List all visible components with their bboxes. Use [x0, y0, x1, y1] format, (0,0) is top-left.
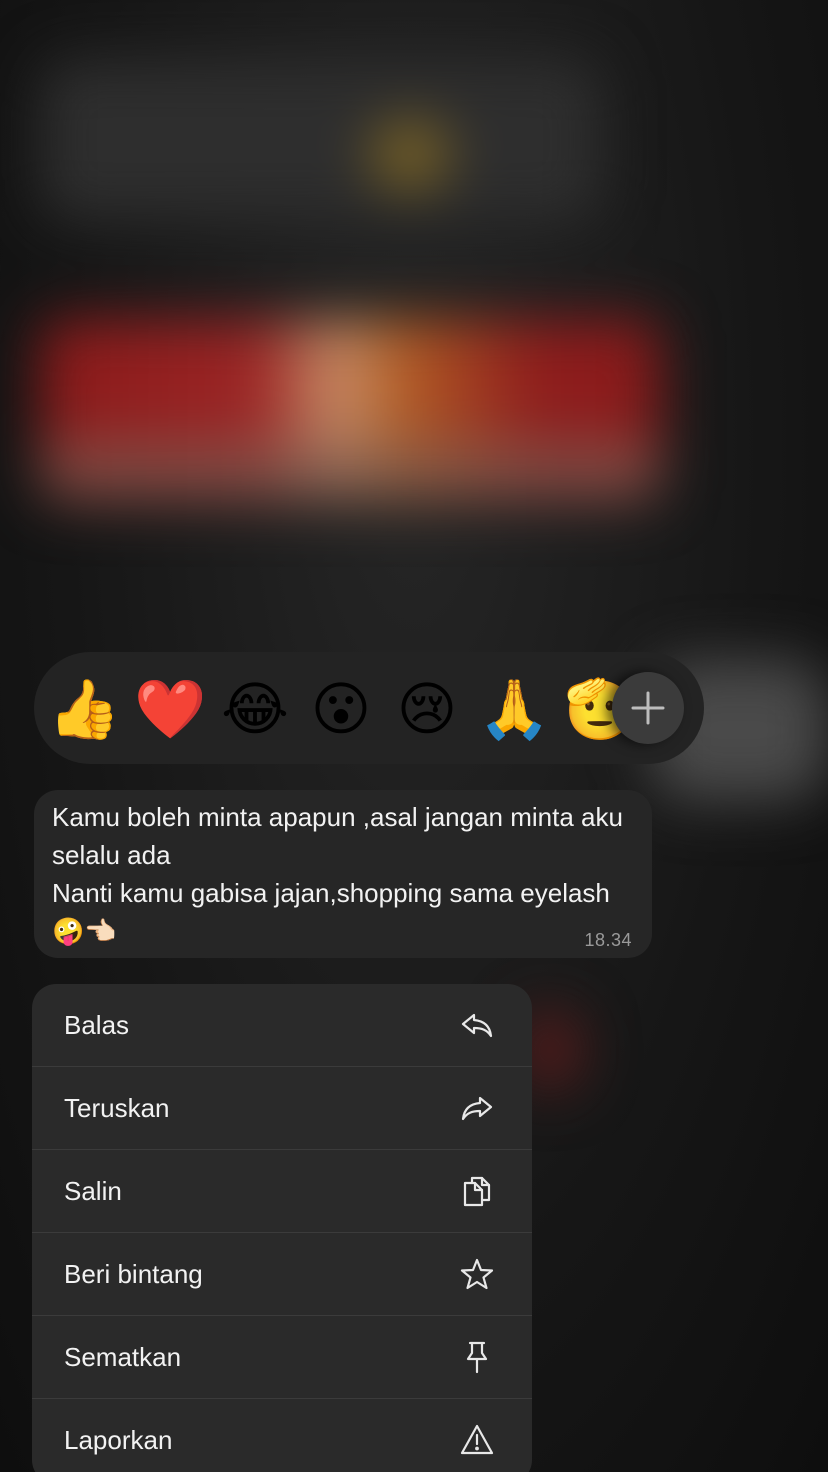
menu-item-pin[interactable]: Sematkan: [32, 1316, 532, 1399]
reply-icon: [460, 1008, 494, 1042]
blurred-image-caption: [40, 440, 660, 500]
menu-item-report[interactable]: Laporkan: [32, 1399, 532, 1472]
forward-icon: [460, 1091, 494, 1125]
reaction-thumbs-up[interactable]: 👍: [48, 674, 120, 744]
blurred-image-message: [40, 320, 660, 500]
blurred-emoji: [370, 120, 450, 190]
more-reactions-button[interactable]: [612, 672, 684, 744]
warning-icon: [460, 1423, 494, 1457]
message-text: Kamu boleh minta apapun ,asal jangan min…: [52, 802, 623, 946]
menu-item-forward[interactable]: Teruskan: [32, 1067, 532, 1150]
plus-icon: [631, 691, 665, 725]
star-icon: [460, 1257, 494, 1291]
selected-message-bubble: Kamu boleh minta apapun ,asal jangan min…: [34, 790, 652, 958]
menu-item-copy[interactable]: Salin: [32, 1150, 532, 1233]
reaction-praying[interactable]: 🙏: [478, 674, 550, 744]
blurred-bubble: [40, 60, 600, 220]
menu-item-star[interactable]: Beri bintang: [32, 1233, 532, 1316]
menu-item-label: Laporkan: [64, 1425, 173, 1455]
menu-item-label: Sematkan: [64, 1342, 182, 1372]
reaction-laughing[interactable]: 😂: [220, 674, 290, 744]
message-context-menu: Balas Teruskan Salin Beri bintang Sematk…: [32, 984, 532, 1472]
reaction-heart[interactable]: ❤️: [134, 674, 206, 744]
message-timestamp: 18.34: [584, 930, 632, 950]
menu-item-label: Teruskan: [64, 1093, 170, 1123]
pin-icon: [460, 1340, 494, 1374]
menu-item-label: Beri bintang: [64, 1259, 203, 1289]
menu-item-label: Salin: [64, 1176, 122, 1206]
reaction-crying[interactable]: 😢: [392, 674, 462, 744]
copy-icon: [460, 1174, 494, 1208]
menu-item-reply[interactable]: Balas: [32, 984, 532, 1067]
chat-screen: 👍 ❤️ 😂 😮 😢 🙏 🫡 Kamu boleh minta apapun ,…: [0, 0, 828, 1472]
reaction-surprised[interactable]: 😮: [306, 674, 376, 744]
reaction-bar: 👍 ❤️ 😂 😮 😢 🙏 🫡: [34, 652, 704, 764]
menu-item-label: Balas: [64, 1010, 130, 1040]
